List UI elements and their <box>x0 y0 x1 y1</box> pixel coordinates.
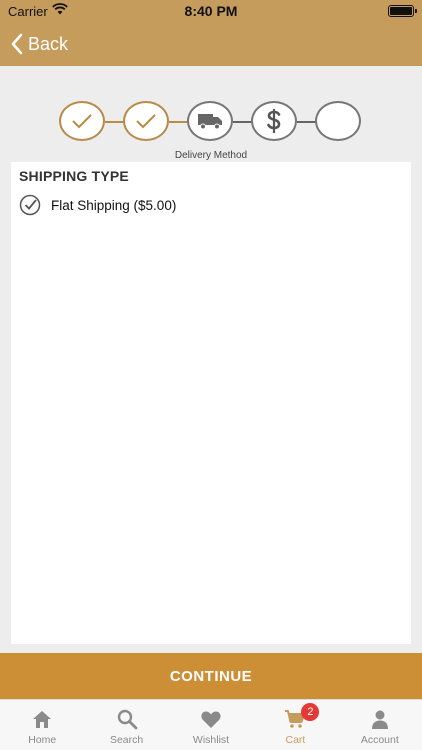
chevron-left-icon <box>11 33 23 55</box>
step-caption: Delivery Method <box>174 150 248 161</box>
step-connector <box>169 121 189 123</box>
tab-search-label: Search <box>109 734 144 746</box>
tab-wishlist-label: Wishlist <box>192 734 230 746</box>
tab-home-label: Home <box>28 734 57 746</box>
step-connector <box>233 121 253 123</box>
checked-circle-icon <box>19 194 41 216</box>
truck-icon <box>198 114 222 130</box>
step-connector <box>105 121 125 123</box>
check-icon <box>136 114 156 129</box>
battery-icon <box>388 5 417 17</box>
continue-button[interactable]: CONTINUE <box>0 653 422 699</box>
shipping-card: SHIPPING TYPE Flat Shipping ($5.00) <box>11 162 411 644</box>
shipping-option-flat[interactable]: Flat Shipping ($5.00) <box>19 194 176 216</box>
step-5-confirm <box>315 101 361 141</box>
home-icon <box>33 711 52 728</box>
cart-count-badge: 2 <box>301 703 320 721</box>
clock: 8:40 PM <box>184 3 238 19</box>
tab-cart-label: Cart <box>285 734 306 746</box>
app-header: Carrier 8:40 PM Back <box>0 0 422 66</box>
back-label: Back <box>28 33 69 54</box>
step-connector <box>297 121 317 123</box>
back-button[interactable]: Back <box>10 32 68 56</box>
check-icon <box>72 114 92 129</box>
tab-account[interactable]: Account <box>338 700 422 750</box>
step-4-payment <box>251 101 297 141</box>
tab-search[interactable]: Search <box>84 700 168 750</box>
step-2-completed <box>123 101 169 141</box>
tab-wishlist[interactable]: Wishlist <box>169 700 253 750</box>
tab-home[interactable]: Home <box>0 700 84 750</box>
tab-cart[interactable]: 2 Cart <box>253 700 337 750</box>
checkout-stepper: Delivery Method <box>0 96 422 161</box>
section-title: SHIPPING TYPE <box>19 168 129 184</box>
shipping-option-label: Flat Shipping ($5.00) <box>51 197 177 213</box>
tab-account-label: Account <box>360 734 399 746</box>
tab-bar: Home Search Wishlist 2 Cart Account <box>0 699 422 750</box>
search-icon <box>117 709 138 730</box>
account-icon <box>371 710 388 729</box>
dollar-icon <box>267 109 281 133</box>
step-3-delivery <box>187 101 233 141</box>
heart-icon <box>201 711 221 728</box>
step-1-completed <box>59 101 105 141</box>
status-bar: Carrier 8:40 PM <box>0 0 422 22</box>
